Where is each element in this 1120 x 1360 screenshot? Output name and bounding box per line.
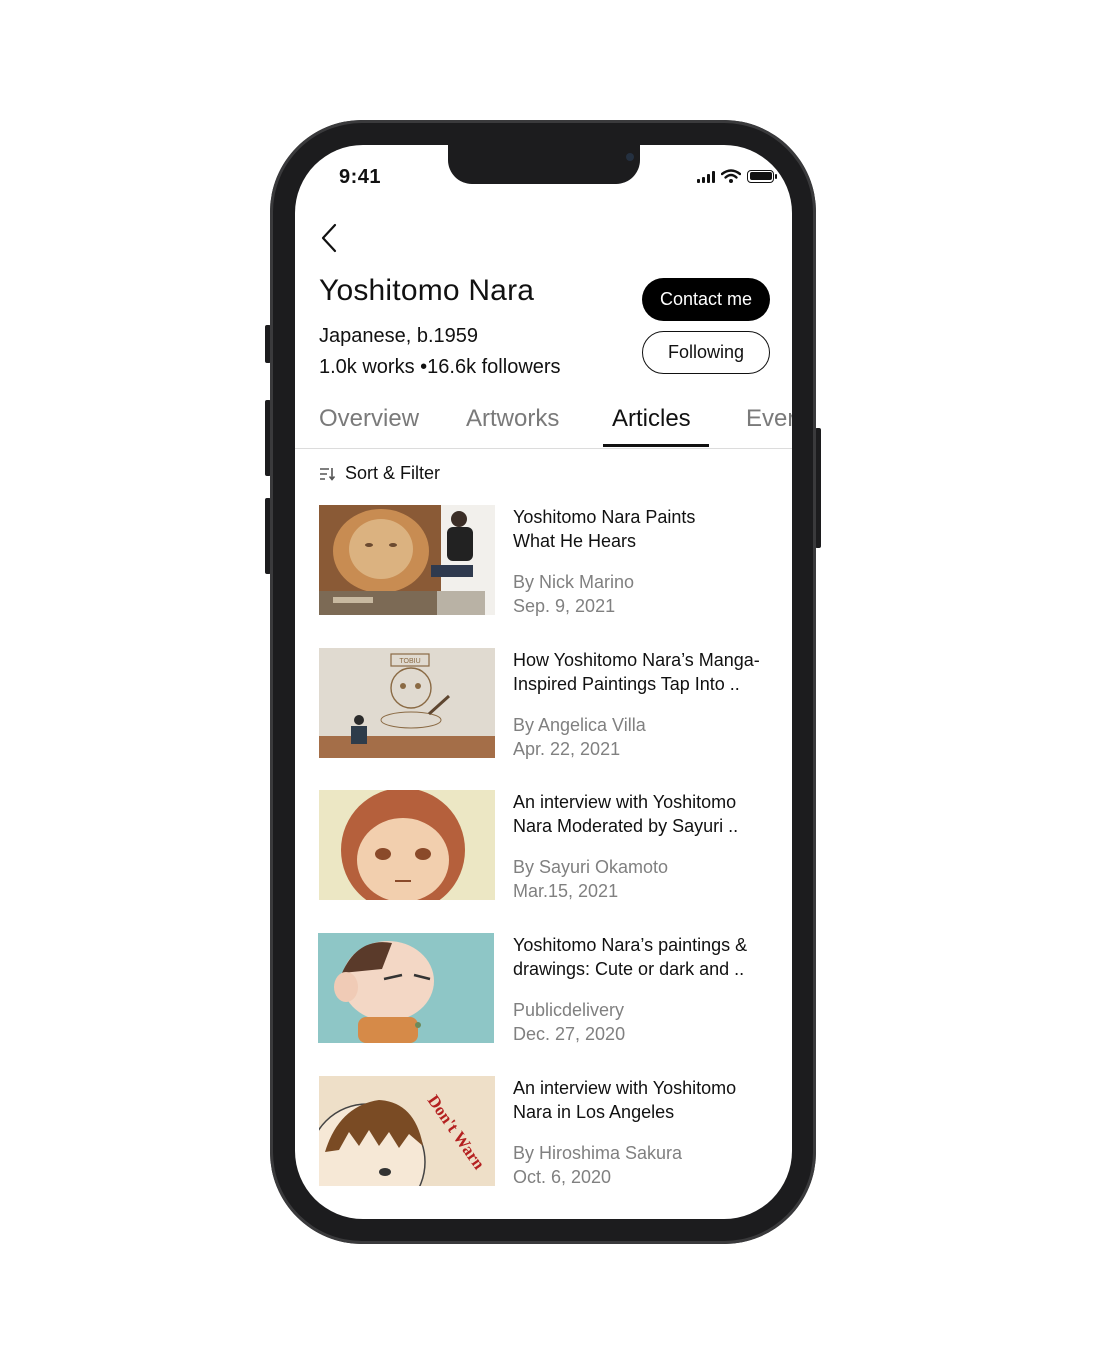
article-item[interactable]: Yoshitomo Nara Paints What He Hears By N…	[295, 505, 792, 617]
article-date: Dec. 27, 2020	[513, 1024, 626, 1044]
article-title: Yoshitomo Nara’s paintings & drawings: C…	[513, 935, 748, 979]
tab-articles[interactable]: Articles	[612, 405, 691, 433]
article-author: By Hiroshima Sakura	[513, 1143, 683, 1163]
artist-meta: Japanese, b.1959	[319, 325, 479, 347]
app-screen: 9:41 Yoshitomo Nara Japanese, b.1959 1.0…	[295, 145, 792, 1219]
article-item[interactable]: TOBIU How Yoshitomo Nara’s Manga- Inspir…	[295, 648, 792, 760]
article-author: By Sayuri Okamoto	[513, 857, 669, 877]
status-time: 9:41	[339, 166, 382, 188]
back-button[interactable]	[315, 221, 343, 255]
article-date: Apr. 22, 2021	[513, 739, 621, 759]
thumb-sign-text: TOBIU	[399, 658, 420, 665]
article-author: By Angelica Villa	[513, 715, 646, 735]
article-title: An interview with Yoshitomo Nara Moderat…	[513, 792, 739, 836]
article-author: Publicdelivery	[513, 1000, 625, 1020]
wifi-icon	[721, 169, 741, 183]
article-item[interactable]: Don't Warn An interview with Yoshitomo N…	[295, 1076, 792, 1188]
tab-bar: Overview Artworks Articles Ever	[295, 403, 792, 449]
article-thumbnail: TOBIU	[319, 648, 495, 758]
chevron-left-icon	[321, 223, 337, 253]
tab-events[interactable]: Ever	[746, 405, 792, 433]
article-title: An interview with Yoshitomo Nara in Los …	[513, 1078, 737, 1122]
article-item[interactable]: An interview with Yoshitomo Nara Moderat…	[295, 790, 792, 902]
article-title: Yoshitomo Nara Paints What He Hears	[513, 507, 696, 551]
artist-stats: 1.0k works •16.6k followers	[319, 356, 561, 378]
sort-filter-button[interactable]: Sort & Filter	[319, 463, 440, 484]
article-date: Mar.15, 2021	[513, 881, 619, 901]
artist-name: Yoshitomo Nara	[319, 274, 535, 307]
following-button[interactable]: Following	[642, 331, 770, 374]
tab-overview[interactable]: Overview	[319, 405, 419, 433]
active-tab-indicator	[603, 444, 709, 447]
article-thumbnail	[319, 505, 495, 615]
article-date: Oct. 6, 2020	[513, 1167, 612, 1187]
notch	[448, 145, 640, 184]
tab-artworks[interactable]: Artworks	[466, 405, 559, 433]
sort-icon	[320, 467, 336, 481]
article-author: By Nick Marino	[513, 572, 635, 592]
article-item[interactable]: Yoshitomo Nara’s paintings & drawings: C…	[295, 933, 792, 1045]
contact-me-button[interactable]: Contact me	[642, 278, 770, 321]
battery-icon	[747, 169, 777, 183]
camera-icon	[626, 153, 634, 161]
article-title: How Yoshitomo Nara’s Manga- Inspired Pai…	[513, 650, 760, 694]
article-date: Sep. 9, 2021	[513, 596, 616, 616]
article-thumbnail	[318, 933, 494, 1043]
sort-filter-label: Sort & Filter	[345, 463, 441, 483]
article-thumbnail	[319, 790, 495, 900]
cellular-signal-icon	[697, 170, 715, 183]
status-icons	[697, 169, 777, 183]
article-thumbnail: Don't Warn	[319, 1076, 495, 1186]
